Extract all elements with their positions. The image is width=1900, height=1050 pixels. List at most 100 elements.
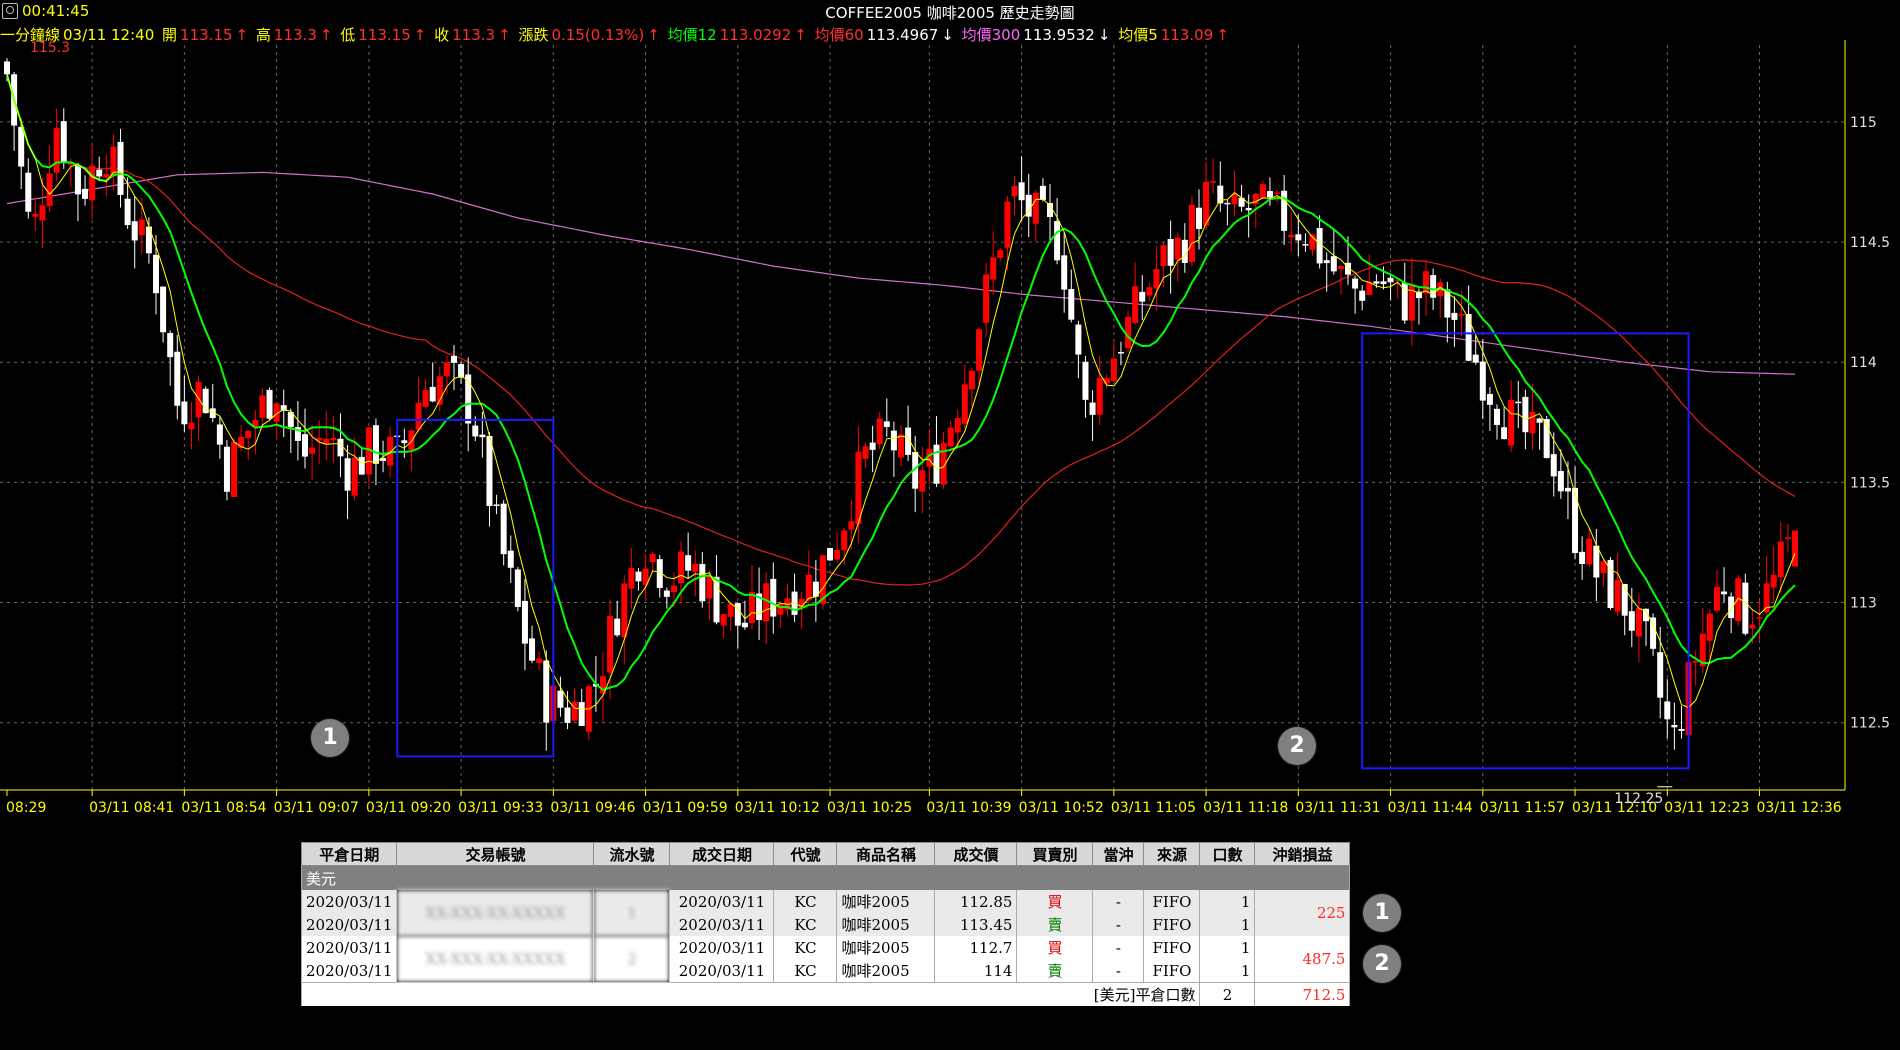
x-tick-label: 03/11 09:33 xyxy=(458,800,543,815)
x-tick-label: 03/11 11:44 xyxy=(1388,800,1473,815)
candle-body xyxy=(18,126,25,167)
candle-body xyxy=(706,576,713,599)
candle-body xyxy=(1749,624,1756,629)
y-tick-label: 112.5 xyxy=(1850,716,1890,732)
price-cell: 113.45 xyxy=(934,913,1018,936)
candle-body xyxy=(1472,354,1479,363)
candle-body xyxy=(415,402,422,430)
candle-body xyxy=(1061,255,1068,290)
ma5-line xyxy=(6,74,1796,710)
candle-body xyxy=(1465,314,1472,361)
candle-body xyxy=(1536,418,1543,423)
candle-body xyxy=(997,250,1004,258)
col-source[interactable]: 來源 xyxy=(1143,842,1201,866)
candle-body xyxy=(451,355,457,363)
pl-cell: 487.5 xyxy=(1254,936,1351,983)
x-tick-label: 03/11 10:39 xyxy=(926,800,1011,815)
col-qty[interactable]: 口數 xyxy=(1199,842,1256,866)
candle-body xyxy=(855,451,862,525)
candle-body xyxy=(1401,282,1408,321)
candle-body xyxy=(536,658,543,663)
candle-body xyxy=(1274,192,1281,194)
candle-body xyxy=(1110,358,1117,382)
candle-body xyxy=(145,226,152,254)
candle-body xyxy=(1458,314,1465,316)
candle-body xyxy=(4,61,10,75)
candle-body xyxy=(869,442,876,450)
candle-body xyxy=(1188,204,1195,262)
candle-body xyxy=(976,329,983,371)
product-name-cell: 咖啡2005 xyxy=(836,890,936,913)
trade-date-cell: 2020/03/11 xyxy=(669,890,775,913)
total-qty: 2 xyxy=(1199,982,1256,1006)
x-tick-label: 03/11 08:41 xyxy=(89,800,174,815)
col-pl[interactable]: 沖銷損益 xyxy=(1254,842,1351,866)
table-row[interactable]: 2020/03/11 XX-XXX-XX-XXXXX 1 2020/03/11 … xyxy=(300,890,1351,936)
candle-body xyxy=(1756,617,1763,619)
side-cell: 賣 xyxy=(1016,913,1094,936)
x-tick-label: 03/11 11:18 xyxy=(1203,800,1288,815)
candle-body xyxy=(1167,238,1174,266)
candle-body xyxy=(1387,277,1394,283)
candle-body xyxy=(1011,185,1018,197)
candle-body xyxy=(60,121,67,163)
table-header-row: 平倉日期 交易帳號 流水號 成交日期 代號 商品名稱 成交價 買賣別 當沖 來源… xyxy=(300,842,1351,866)
candle-body xyxy=(1352,278,1359,289)
col-serial[interactable]: 流水號 xyxy=(593,842,671,866)
close-date-cell: 2020/03/11 xyxy=(300,959,398,983)
group-row[interactable]: 美元 xyxy=(300,865,1351,890)
x-tick-label: 03/11 10:52 xyxy=(1019,800,1104,815)
candle-body xyxy=(358,456,365,475)
candle-body xyxy=(1777,541,1784,578)
price-chart[interactable]: 115 114.5 114 113.5 113 112.5 115.3 08:29 03/11 … xyxy=(0,40,1900,815)
candle-body xyxy=(302,434,308,457)
y-tick-label: 113.5 xyxy=(1850,475,1890,491)
candle-body xyxy=(1479,361,1486,401)
low-annotation-label: 112.25 xyxy=(1614,791,1663,807)
highlight-box-1 xyxy=(396,418,555,758)
candle-body xyxy=(1728,596,1735,619)
candle-body xyxy=(741,622,748,628)
total-label: [美元]平倉口數 xyxy=(300,982,1201,1006)
candle-body xyxy=(607,615,614,673)
candle-body xyxy=(947,427,954,447)
marker-2-chart: 2 xyxy=(1278,727,1316,765)
candle-body xyxy=(1330,256,1337,272)
col-close-date[interactable]: 平倉日期 xyxy=(300,842,398,866)
candle-body xyxy=(1678,728,1685,731)
candle-body xyxy=(961,384,968,424)
candle-body xyxy=(621,583,628,638)
candle-body xyxy=(46,173,53,207)
candle-body xyxy=(1664,701,1671,720)
candle-body xyxy=(1451,312,1458,320)
candle-body xyxy=(486,435,493,507)
table-row[interactable]: 2020/03/11 XX-XXX-XX-XXXXX 2 2020/03/11 … xyxy=(300,936,1351,983)
col-price[interactable]: 成交價 xyxy=(934,842,1018,866)
candle-body xyxy=(1266,191,1273,198)
candle-body xyxy=(1075,324,1082,355)
candle-body xyxy=(834,550,841,560)
col-account[interactable]: 交易帳號 xyxy=(396,842,595,866)
marker-1-chart: 1 xyxy=(311,719,349,757)
serial-cell: 1 xyxy=(593,890,671,936)
candle-body xyxy=(1614,579,1621,612)
candle-body xyxy=(678,551,685,584)
candle-body xyxy=(422,390,429,407)
col-trade-date[interactable]: 成交日期 xyxy=(669,842,775,866)
col-code[interactable]: 代號 xyxy=(773,842,838,866)
candle-body xyxy=(1579,551,1586,565)
qty-cell: 1 xyxy=(1199,890,1256,913)
candle-body xyxy=(521,600,528,644)
col-daytrade[interactable]: 當沖 xyxy=(1092,842,1145,866)
y-tick-label: 113 xyxy=(1850,596,1877,612)
col-side[interactable]: 買賣別 xyxy=(1016,842,1094,866)
candle-body xyxy=(174,351,181,406)
candle-body xyxy=(1572,487,1579,554)
candle-body xyxy=(1380,281,1387,285)
col-product-name[interactable]: 商品名稱 xyxy=(836,842,936,866)
candle-body xyxy=(160,286,167,333)
candle-body xyxy=(138,219,145,236)
pl-cell: 225 xyxy=(1254,890,1351,936)
candle-body xyxy=(1550,454,1557,477)
candle-body xyxy=(351,457,358,496)
